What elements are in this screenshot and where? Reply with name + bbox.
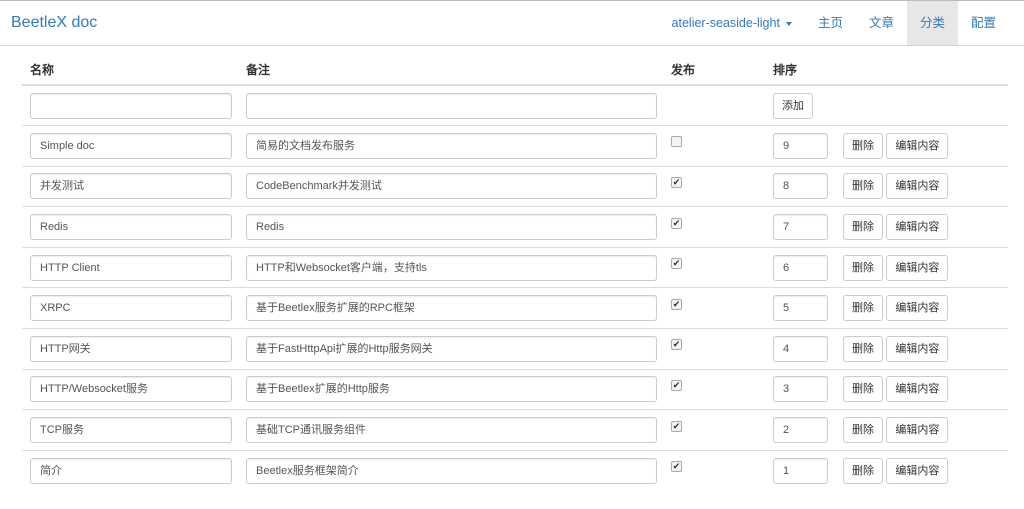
publish-checkbox[interactable]: ✔ xyxy=(671,258,682,270)
nav-config[interactable]: 配置 xyxy=(958,1,1009,45)
name-input[interactable]: TCP服务 xyxy=(30,417,232,444)
edit-content-button[interactable]: 编辑内容 xyxy=(886,132,949,159)
order-input[interactable]: 4 xyxy=(773,335,828,362)
category-table: 名称 备注 发布 排序 添加 Simple doc 简易的文档发布服务 9 删除 编辑… xyxy=(22,55,1008,491)
publish-checkbox[interactable]: ✔ xyxy=(671,176,682,188)
name-input[interactable]: HTTP/Websocket服务 xyxy=(30,376,232,403)
edit-content-button[interactable]: 编辑内容 xyxy=(886,335,949,362)
name-input[interactable]: Simple doc xyxy=(30,132,232,159)
delete-button[interactable]: 删除 xyxy=(843,376,883,403)
publish-checkbox[interactable]: ✔ xyxy=(671,298,682,310)
theme-dropdown[interactable]: atelier-seaside-light xyxy=(659,1,805,45)
delete-button[interactable]: 删除 xyxy=(843,132,883,159)
order-input[interactable]: 6 xyxy=(773,254,828,281)
edit-content-button[interactable]: 编辑内容 xyxy=(886,295,949,322)
header-publish: 发布 xyxy=(663,55,765,86)
edit-content-button[interactable]: 编辑内容 xyxy=(886,376,949,403)
order-input[interactable]: 7 xyxy=(773,214,828,241)
publish-checkbox[interactable]: ✔ xyxy=(671,379,682,391)
name-input[interactable]: 并发测试 xyxy=(30,173,232,200)
publish-checkbox[interactable] xyxy=(671,136,682,148)
table-row: HTTP Client HTTP和Websocket客户端，支持tls ✔ 6 删除 编… xyxy=(22,246,1008,288)
delete-button[interactable]: 删除 xyxy=(843,335,883,362)
add-button[interactable]: 添加 xyxy=(773,92,813,119)
order-input[interactable]: 8 xyxy=(773,173,828,200)
note-input[interactable]: Redis xyxy=(246,214,657,241)
delete-button[interactable]: 删除 xyxy=(843,173,883,200)
delete-button[interactable]: 删除 xyxy=(843,417,883,444)
delete-button[interactable]: 删除 xyxy=(843,457,883,484)
table-row: Simple doc 简易的文档发布服务 9 删除 编辑内容 xyxy=(22,125,1008,167)
header-note: 备注 xyxy=(238,55,663,86)
header-order: 排序 xyxy=(765,55,835,86)
table-row: HTTP/Websocket服务 基于Beetlex扩展的Http服务 ✔ 3 删除 编… xyxy=(22,368,1008,410)
table-row: Redis Redis ✔ 7 删除 编辑内容 xyxy=(22,206,1008,248)
note-input[interactable]: 简易的文档发布服务 xyxy=(246,132,657,159)
edit-content-button[interactable]: 编辑内容 xyxy=(886,457,949,484)
nav-home[interactable]: 主页 xyxy=(805,1,856,45)
name-input[interactable]: XRPC xyxy=(30,295,232,322)
delete-button[interactable]: 删除 xyxy=(843,214,883,241)
note-input[interactable]: HTTP和Websocket客户端，支持tls xyxy=(246,254,657,281)
add-row: 添加 xyxy=(22,85,1008,126)
publish-checkbox[interactable]: ✔ xyxy=(671,461,682,473)
caret-down-icon xyxy=(785,21,792,26)
name-input[interactable]: HTTP Client xyxy=(30,254,232,281)
order-input[interactable]: 9 xyxy=(773,132,828,159)
order-input[interactable]: 5 xyxy=(773,295,828,322)
note-input[interactable]: CodeBenchmark并发测试 xyxy=(246,173,657,200)
table-row: HTTP网关 基于FastHttpApi扩展的Http服务网关 ✔ 4 删除 编辑内容 xyxy=(22,328,1008,370)
order-input[interactable]: 2 xyxy=(773,417,828,444)
new-note-input[interactable] xyxy=(246,92,657,119)
nav-categories[interactable]: 分类 xyxy=(906,1,958,45)
edit-content-button[interactable]: 编辑内容 xyxy=(886,254,949,281)
delete-button[interactable]: 删除 xyxy=(843,254,883,281)
publish-checkbox[interactable]: ✔ xyxy=(671,420,682,432)
name-input[interactable]: 简介 xyxy=(30,457,232,484)
order-input[interactable]: 3 xyxy=(773,376,828,403)
edit-content-button[interactable]: 编辑内容 xyxy=(886,417,949,444)
brand-link[interactable]: BeetleX doc xyxy=(11,14,97,32)
navbar: BeetleX doc atelier-seaside-light 主页 文章 … xyxy=(0,1,1024,46)
name-input[interactable]: Redis xyxy=(30,214,232,241)
table-row: 简介 Beetlex服务框架简介 ✔ 1 删除 编辑内容 xyxy=(22,449,1008,491)
note-input[interactable]: 基础TCP通讯服务组件 xyxy=(246,417,657,444)
theme-label: atelier-seaside-light xyxy=(671,16,780,30)
header-name: 名称 xyxy=(22,55,238,86)
new-name-input[interactable] xyxy=(30,92,232,119)
note-input[interactable]: 基于Beetlex服务扩展的RPC框架 xyxy=(246,295,657,322)
note-input[interactable]: Beetlex服务框架简介 xyxy=(246,457,657,484)
edit-content-button[interactable]: 编辑内容 xyxy=(886,214,949,241)
table-row: 并发测试 CodeBenchmark并发测试 ✔ 8 删除 编辑内容 xyxy=(22,165,1008,207)
order-input[interactable]: 1 xyxy=(773,457,828,484)
nav-articles[interactable]: 文章 xyxy=(856,1,907,45)
note-input[interactable]: 基于Beetlex扩展的Http服务 xyxy=(246,376,657,403)
publish-checkbox[interactable]: ✔ xyxy=(671,217,682,229)
note-input[interactable]: 基于FastHttpApi扩展的Http服务网关 xyxy=(246,335,657,362)
name-input[interactable]: HTTP网关 xyxy=(30,335,232,362)
publish-checkbox[interactable]: ✔ xyxy=(671,339,682,351)
table-row: XRPC 基于Beetlex服务扩展的RPC框架 ✔ 5 删除 编辑内容 xyxy=(22,287,1008,329)
delete-button[interactable]: 删除 xyxy=(843,295,883,322)
table-row: TCP服务 基础TCP通讯服务组件 ✔ 2 删除 编辑内容 xyxy=(22,409,1008,451)
edit-content-button[interactable]: 编辑内容 xyxy=(886,173,949,200)
